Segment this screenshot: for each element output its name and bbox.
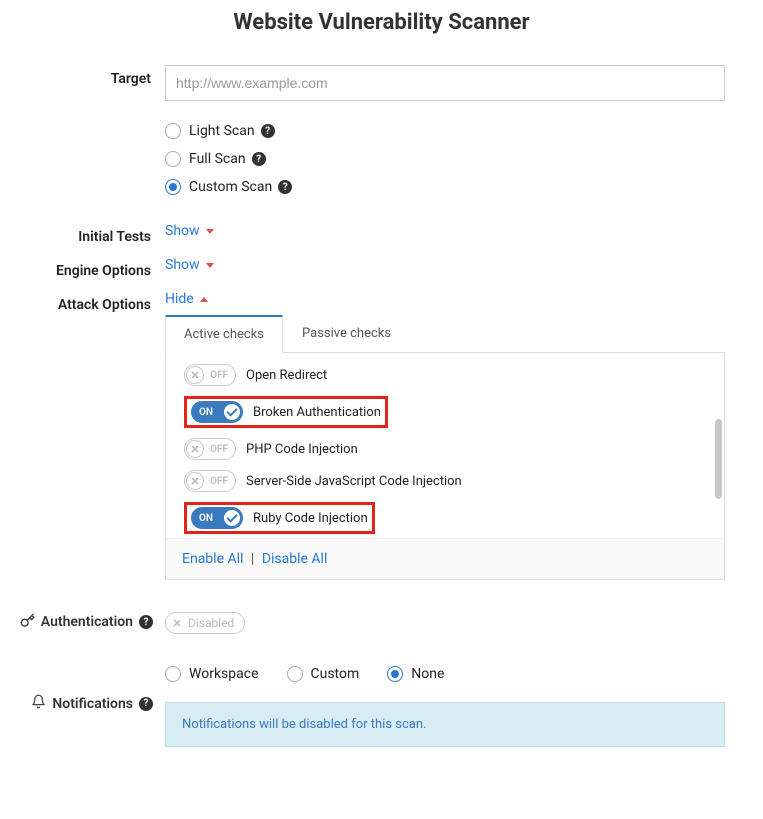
check-toggle[interactable]: OFF ✕ — [184, 470, 236, 492]
x-icon: ✕ — [190, 444, 199, 455]
check-row: OFF ✕ PHP Code Injection — [180, 433, 710, 465]
help-icon[interactable]: ? — [278, 180, 292, 194]
separator: | — [251, 551, 254, 567]
radio-label: Full Scan — [189, 151, 246, 167]
check-toggle[interactable]: OFF ✕ — [184, 438, 236, 460]
caret-down-icon — [206, 263, 214, 268]
check-icon — [226, 405, 237, 416]
radio-label: Custom Scan — [189, 179, 272, 195]
initial-tests-label: Initial Tests — [0, 223, 165, 245]
initial-tests-toggle[interactable]: Show — [165, 223, 214, 239]
tab-active-checks[interactable]: Active checks — [165, 315, 283, 353]
toggle-knob — [223, 509, 241, 527]
toggle-text: Hide — [165, 291, 194, 307]
highlight-box: ON Ruby Code Injection — [184, 502, 375, 534]
check-label: Broken Authentication — [253, 405, 381, 420]
toggle-text: Show — [165, 257, 200, 273]
attack-options-toggle[interactable]: Hide — [165, 291, 208, 307]
toggle-knob: ✕ — [186, 366, 204, 384]
radio-notif-custom[interactable]: Custom — [287, 660, 366, 688]
check-label: Ruby Code Injection — [253, 511, 368, 526]
help-icon[interactable]: ? — [261, 124, 275, 138]
key-icon — [20, 613, 35, 632]
radio-notif-none[interactable]: None — [387, 660, 450, 688]
radio-label: Custom — [311, 666, 360, 682]
check-icon — [226, 511, 237, 522]
engine-options-toggle[interactable]: Show — [165, 257, 214, 273]
toggle-knob: ✕ — [186, 440, 204, 458]
target-label: Target — [0, 65, 165, 87]
check-row: ON Broken Authentication — [180, 391, 710, 433]
toggle-knob — [223, 403, 241, 421]
radio-label: Light Scan — [189, 123, 255, 139]
toggle-text: Show — [165, 223, 200, 239]
notifications-notice: Notifications will be disabled for this … — [165, 702, 725, 747]
page-title: Website Vulnerability Scanner — [0, 10, 763, 35]
tab-passive-checks[interactable]: Passive checks — [283, 315, 410, 352]
radio-circle-icon — [165, 123, 181, 139]
check-label: PHP Code Injection — [246, 442, 358, 457]
radio-full-scan[interactable]: Full Scan ? — [165, 145, 725, 173]
disable-all-link[interactable]: Disable All — [262, 551, 328, 567]
scrollbar-thumb[interactable] — [715, 419, 722, 499]
toggle-state-text: OFF — [210, 444, 228, 455]
check-toggle[interactable]: ON — [191, 401, 243, 423]
caret-up-icon — [200, 297, 208, 302]
bell-icon — [31, 694, 46, 713]
radio-circle-icon — [165, 666, 181, 682]
radio-circle-icon — [387, 666, 403, 682]
authentication-label: Authentication — [41, 614, 133, 630]
check-row: OFF ✕ Open Redirect — [180, 359, 710, 391]
scan-mode-label — [0, 113, 165, 119]
toggle-state-text: OFF — [210, 476, 228, 487]
toggle-knob: ✕ — [186, 472, 204, 490]
check-toggle[interactable]: OFF ✕ — [184, 364, 236, 386]
radio-circle-icon — [165, 151, 181, 167]
radio-notif-workspace[interactable]: Workspace — [165, 660, 265, 688]
help-icon[interactable]: ? — [139, 615, 153, 629]
toggle-state-text: ON — [199, 407, 213, 418]
x-icon: ✕ — [190, 370, 199, 381]
checks-list[interactable]: OFF ✕ Open Redirect ON Broken Authentication… — [166, 353, 724, 538]
caret-down-icon — [206, 229, 214, 234]
highlight-box: ON Broken Authentication — [184, 396, 388, 428]
radio-label: Workspace — [189, 666, 259, 682]
radio-circle-icon — [287, 666, 303, 682]
check-label: Server-Side JavaScript Code Injection — [246, 474, 462, 489]
check-row: ON Ruby Code Injection — [180, 497, 710, 538]
radio-light-scan[interactable]: Light Scan ? — [165, 117, 725, 145]
attack-options-label: Attack Options — [0, 291, 165, 313]
check-label: Open Redirect — [246, 368, 327, 383]
help-icon[interactable]: ? — [252, 152, 266, 166]
radio-custom-scan[interactable]: Custom Scan ? — [165, 173, 725, 201]
help-icon[interactable]: ? — [139, 697, 153, 711]
panel-footer: Enable All | Disable All — [166, 538, 724, 579]
x-icon: ✕ — [170, 616, 184, 630]
radio-label: None — [411, 666, 444, 682]
engine-options-label: Engine Options — [0, 257, 165, 279]
pill-label: Disabled — [188, 616, 234, 630]
toggle-state-text: ON — [199, 513, 213, 524]
check-toggle[interactable]: ON — [191, 507, 243, 529]
notifications-label: Notifications — [52, 696, 133, 712]
authentication-disabled-pill[interactable]: ✕ Disabled — [165, 612, 245, 634]
enable-all-link[interactable]: Enable All — [182, 551, 243, 567]
check-row: OFF ✕ Server-Side JavaScript Code Injectio… — [180, 465, 710, 497]
x-icon: ✕ — [190, 476, 199, 487]
toggle-state-text: OFF — [210, 370, 228, 381]
checks-tabs: Active checks Passive checks — [165, 315, 725, 353]
target-input[interactable] — [165, 65, 725, 101]
checks-panel: OFF ✕ Open Redirect ON Broken Authentication… — [165, 353, 725, 580]
radio-circle-icon — [165, 179, 181, 195]
